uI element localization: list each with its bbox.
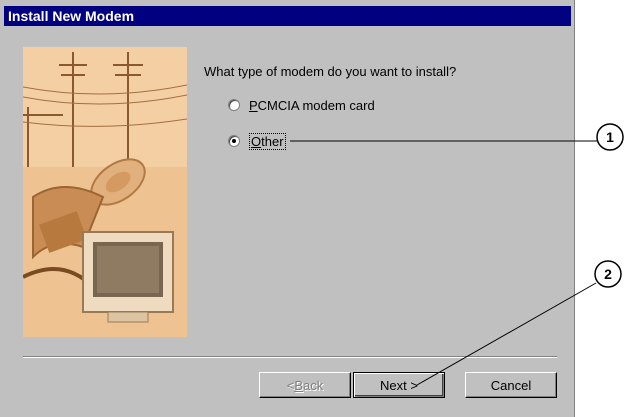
modem-type-question: What type of modem do you want to instal… bbox=[204, 64, 457, 79]
callout-circle-2 bbox=[594, 260, 622, 288]
wizard-illustration-graphic bbox=[23, 47, 187, 337]
button-separator bbox=[23, 356, 557, 358]
callout-number-2: 2 bbox=[604, 266, 612, 282]
pcmcia-option-label[interactable]: PCMCIA modem card bbox=[249, 98, 375, 113]
pcmcia-radio-button[interactable] bbox=[228, 99, 240, 111]
callout-number-1: 1 bbox=[606, 129, 614, 145]
install-new-modem-window: Install New Modem What type of modem do … bbox=[0, 0, 575, 417]
radio-option-other[interactable]: Other bbox=[228, 132, 286, 150]
callout-circle-1 bbox=[596, 123, 624, 151]
cancel-button[interactable]: Cancel bbox=[465, 372, 557, 398]
next-button[interactable]: Next > bbox=[353, 372, 445, 398]
window-title: Install New Modem bbox=[8, 8, 135, 24]
window-titlebar[interactable]: Install New Modem bbox=[4, 6, 571, 26]
other-radio-button[interactable] bbox=[228, 135, 240, 147]
back-button[interactable]: < Back bbox=[259, 372, 351, 398]
other-option-label[interactable]: Other bbox=[249, 132, 286, 150]
wizard-illustration bbox=[23, 47, 187, 337]
radio-option-pcmcia[interactable]: PCMCIA modem card bbox=[228, 96, 375, 114]
